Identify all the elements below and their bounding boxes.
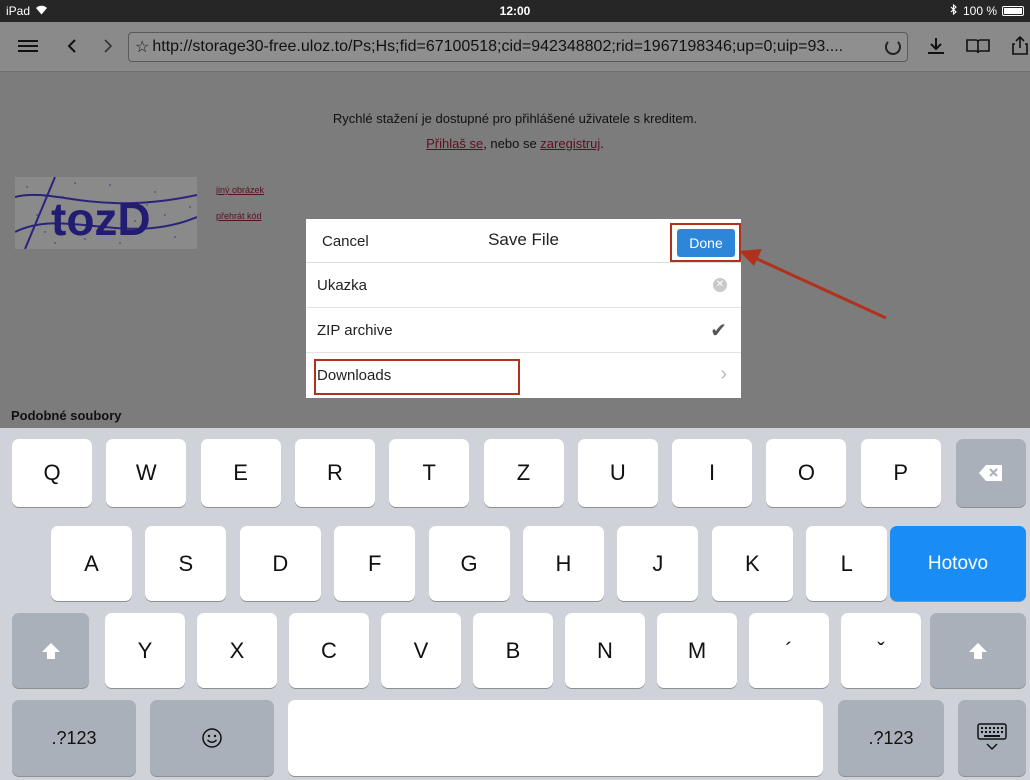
address-bar[interactable]: ☆ http://storage30-free.uloz.to/Ps;Hs;fi…: [128, 32, 908, 62]
key-row2-3[interactable]: F: [334, 526, 416, 601]
format-option[interactable]: ZIP archive ✔: [306, 308, 741, 353]
url-text: http://storage30-free.uloz.to/Ps;Hs;fid=…: [152, 38, 844, 55]
key-row2-8[interactable]: L: [806, 526, 888, 601]
key-row2-1[interactable]: S: [145, 526, 227, 601]
battery-percent: 100 %: [962, 4, 997, 18]
clear-icon[interactable]: ✕: [713, 278, 727, 292]
bluetooth-icon: [950, 3, 958, 18]
key-row1-1[interactable]: W: [106, 439, 187, 507]
status-bar: iPad 12:00 100 %: [0, 0, 1030, 22]
done-key[interactable]: Hotovo: [890, 526, 1026, 601]
key-row3-2[interactable]: C: [289, 613, 369, 688]
checkmark-icon: ✔: [710, 320, 727, 342]
reload-icon[interactable]: [885, 39, 901, 55]
filename-field[interactable]: Ukazka ✕: [306, 263, 741, 308]
reader-icon[interactable]: [962, 32, 994, 60]
key-row3-3[interactable]: V: [381, 613, 461, 688]
filename-value: Ukazka: [317, 277, 368, 294]
or-text: , nebo se: [483, 136, 541, 151]
login-link[interactable]: Přihlaš se: [426, 136, 483, 151]
shift-right-key[interactable]: [930, 613, 1026, 688]
key-row2-4[interactable]: G: [428, 526, 510, 601]
key-row2-6[interactable]: J: [617, 526, 699, 601]
key-row1-7[interactable]: I: [672, 439, 753, 507]
onscreen-keyboard: QWERTZUIOP ASDFGHJKL Y X C V B N M ´ ˇ Hotovo .?…: [0, 428, 1030, 780]
key-row3-6[interactable]: M: [657, 613, 737, 688]
key-row2-0[interactable]: A: [51, 526, 132, 601]
key-row3-1[interactable]: X: [197, 613, 277, 688]
captcha-text: tozD: [51, 193, 151, 245]
backspace-key[interactable]: [956, 439, 1026, 507]
period: .: [600, 136, 604, 151]
key-row3-7[interactable]: ´: [749, 613, 829, 688]
clock: 12:00: [499, 4, 531, 18]
key-row1-6[interactable]: U: [577, 439, 658, 507]
play-code-link[interactable]: přehrát kód: [216, 211, 264, 221]
downloads-highlight-box: [314, 359, 520, 395]
key-row1-3[interactable]: R: [294, 439, 375, 507]
key-row3-0[interactable]: Y: [105, 613, 185, 688]
key-row3-4[interactable]: B: [473, 613, 553, 688]
captcha-image: tozD: [15, 177, 197, 249]
other-image-link[interactable]: jiný obrázek: [216, 185, 264, 195]
bookmark-star-icon[interactable]: ☆: [135, 37, 149, 57]
captcha-links: jiný obrázek přehrát kód: [216, 185, 264, 237]
share-icon[interactable]: [1010, 32, 1030, 60]
numbers-key-left[interactable]: .?123: [12, 700, 136, 776]
space-key[interactable]: [288, 700, 823, 776]
key-row2-7[interactable]: K: [711, 526, 793, 601]
key-row3-8[interactable]: ˇ: [841, 613, 921, 688]
emoji-key[interactable]: [150, 700, 274, 776]
format-label: ZIP archive: [317, 322, 393, 339]
login-prompt: Přihlaš se, nebo se zaregistruj.: [0, 136, 1030, 151]
key-row1-8[interactable]: O: [766, 439, 847, 507]
key-row1-2[interactable]: E: [200, 439, 281, 507]
shift-left-key[interactable]: [12, 613, 89, 688]
done-highlight-box: [670, 223, 741, 262]
key-row2-5[interactable]: H: [523, 526, 604, 601]
key-row1-9[interactable]: P: [860, 439, 941, 507]
browser-toolbar: ☆ http://storage30-free.uloz.to/Ps;Hs;fi…: [0, 22, 1030, 72]
key-row1-0[interactable]: Q: [12, 439, 92, 507]
key-row2-2[interactable]: D: [239, 526, 321, 601]
fast-download-notice: Rychlé stažení je dostupné pro přihlášen…: [332, 111, 698, 126]
similar-files-heading: Podobné soubory: [11, 408, 122, 423]
battery-icon: [1002, 6, 1024, 16]
forward-button[interactable]: [98, 32, 118, 60]
key-row1-4[interactable]: T: [389, 439, 470, 507]
back-button[interactable]: [62, 32, 82, 60]
chevron-right-icon: ›: [720, 363, 727, 385]
key-row3-5[interactable]: N: [565, 613, 645, 688]
download-icon[interactable]: [922, 32, 950, 60]
hide-keyboard-key[interactable]: [958, 700, 1026, 776]
menu-icon[interactable]: [16, 32, 40, 60]
key-row1-5[interactable]: Z: [483, 439, 564, 507]
numbers-key-right[interactable]: .?123: [838, 700, 944, 776]
register-link[interactable]: zaregistruj: [540, 136, 600, 151]
